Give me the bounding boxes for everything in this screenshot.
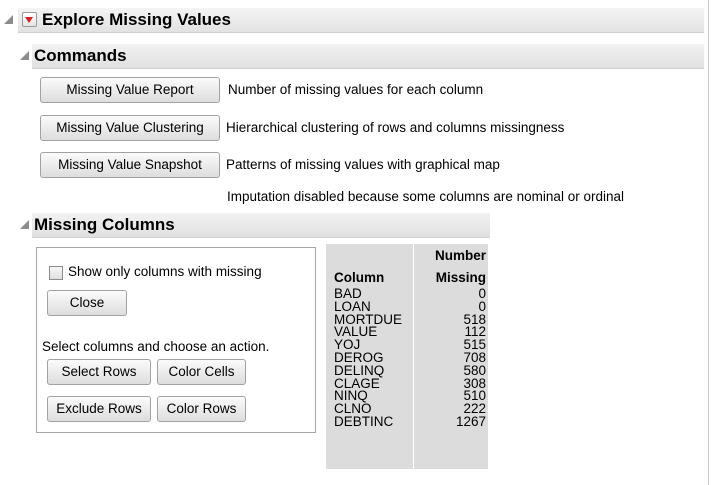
select-columns-instruction: Select columns and choose an action. [42, 339, 270, 354]
close-button[interactable]: Close [47, 290, 127, 316]
missing-columns-header: Missing Columns [20, 213, 490, 238]
missing-value-snapshot-description: Patterns of missing values with graphica… [226, 157, 500, 172]
missing-columns-title: Missing Columns [34, 215, 175, 234]
missing-columns-panel: Show only columns with missing Close Sel… [36, 247, 316, 433]
table-cell-missing: 1267 [455, 414, 486, 429]
missing-value-report-description: Number of missing values for each column [228, 82, 484, 97]
disclosure-triangle-icon[interactable] [20, 51, 29, 60]
explore-missing-values-header: Explore Missing Values [4, 8, 704, 33]
commands-title-bar: Commands [32, 44, 704, 69]
right-border [708, 0, 709, 485]
exclude-rows-button[interactable]: Exclude Rows [47, 396, 151, 422]
number-missing-header-line1[interactable]: Number [435, 248, 486, 263]
missing-value-snapshot-button[interactable]: Missing Value Snapshot [40, 152, 220, 178]
red-triangle-menu-icon[interactable] [22, 12, 37, 27]
missing-value-clustering-button[interactable]: Missing Value Clustering [40, 115, 220, 141]
commands-header: Commands [20, 44, 704, 69]
show-only-missing-label: Show only columns with missing [68, 264, 262, 279]
number-missing-header-line2: Missing [435, 270, 486, 285]
imputation-note: Imputation disabled because some columns… [227, 189, 624, 204]
report-title-bar: Explore Missing Values [18, 8, 704, 33]
commands-title: Commands [34, 46, 127, 65]
show-only-missing-checkbox[interactable] [49, 266, 63, 280]
disclosure-triangle-icon[interactable] [4, 15, 13, 24]
column-header[interactable]: Column [334, 270, 384, 285]
disclosure-triangle-icon[interactable] [20, 220, 29, 229]
missing-value-report-button[interactable]: Missing Value Report [40, 77, 220, 103]
table-cell-column[interactable]: DEBTINC [334, 415, 393, 429]
color-cells-button[interactable]: Color Cells [157, 359, 246, 385]
missing-value-clustering-description: Hierarchical clustering of rows and colu… [226, 120, 565, 135]
report-title: Explore Missing Values [42, 10, 231, 29]
select-rows-button[interactable]: Select Rows [47, 359, 151, 385]
missing-columns-title-bar: Missing Columns [32, 213, 490, 238]
color-rows-button[interactable]: Color Rows [157, 396, 246, 422]
